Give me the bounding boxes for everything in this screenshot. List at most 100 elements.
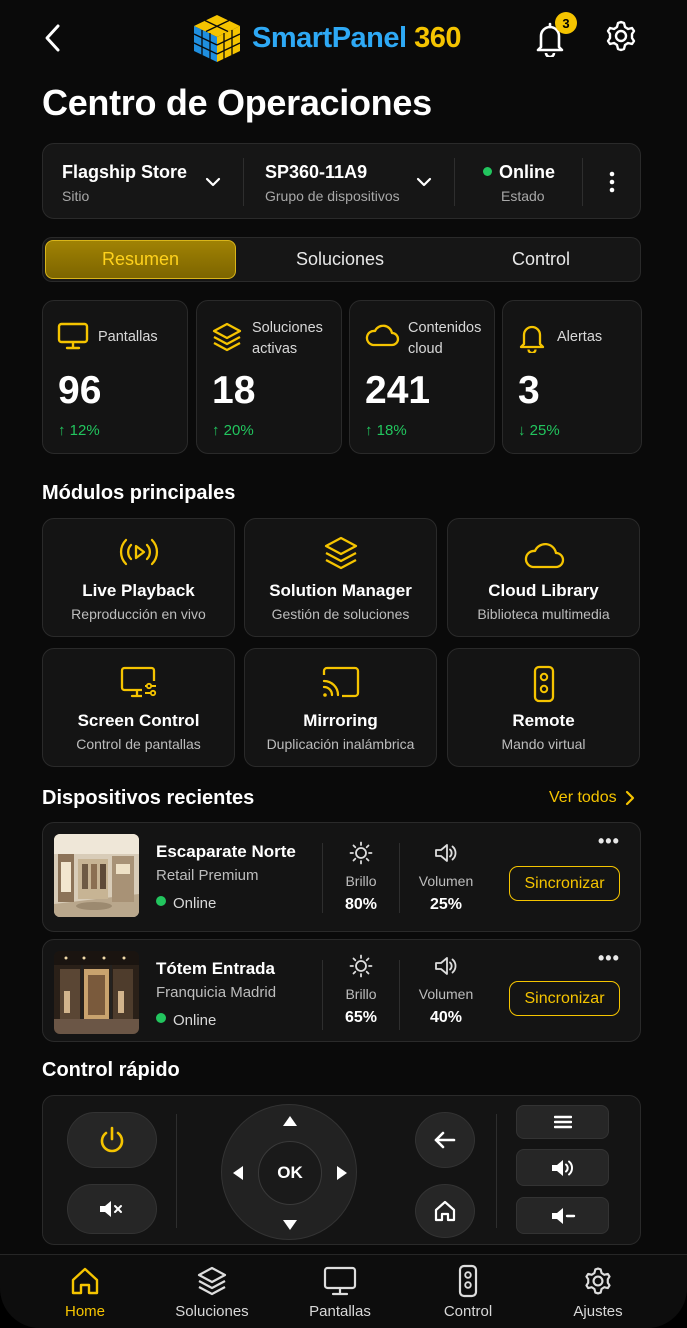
nav-label: Control bbox=[443, 1303, 493, 1320]
device-status: Online bbox=[156, 895, 216, 912]
nav-item-pantallas[interactable]: Pantallas bbox=[285, 1263, 395, 1320]
menu-icon bbox=[553, 1115, 572, 1129]
module-subtitle: Mando virtual bbox=[501, 736, 586, 752]
device-card[interactable]: Tótem Entrada Franquicia Madrid Online B… bbox=[42, 939, 641, 1042]
divider bbox=[496, 1114, 497, 1228]
stat-card-pantallas[interactable]: Pantallas 96 ↑ 12% bbox=[42, 300, 188, 454]
device-status-text: Online bbox=[173, 1012, 217, 1029]
device-status: Online bbox=[156, 1012, 216, 1029]
divider bbox=[176, 1114, 177, 1228]
mute-button[interactable] bbox=[67, 1184, 157, 1234]
module-subtitle: Control de pantallas bbox=[76, 736, 201, 752]
section-tabs: Resumen Soluciones Control bbox=[42, 237, 641, 282]
stat-trend: ↑ 20% bbox=[212, 422, 254, 439]
device-more-button[interactable]: ••• bbox=[598, 948, 620, 969]
volume-down-button[interactable] bbox=[516, 1197, 609, 1234]
stat-value: 96 bbox=[58, 369, 102, 412]
arrow-up-icon[interactable] bbox=[282, 1115, 298, 1127]
volume-up-button[interactable] bbox=[516, 1149, 609, 1186]
sync-button[interactable]: Sincronizar bbox=[509, 866, 620, 901]
app-header: SmartPanel 360 3 bbox=[0, 0, 687, 76]
see-all-link[interactable]: Ver todos bbox=[549, 789, 635, 807]
ok-button[interactable]: OK bbox=[258, 1141, 322, 1205]
notifications-button[interactable]: 3 bbox=[533, 12, 577, 58]
notification-badge: 3 bbox=[555, 12, 577, 34]
site-selector-bar: Flagship Store Sitio SP360-11A9 Grupo de… bbox=[42, 143, 641, 219]
brightness-label: Brillo bbox=[345, 986, 377, 1002]
page-title: Centro de Operaciones bbox=[42, 82, 432, 123]
volume-icon bbox=[435, 957, 457, 975]
remote-icon bbox=[533, 665, 554, 703]
tab-soluciones[interactable]: Soluciones bbox=[241, 240, 439, 279]
site-dropdown[interactable]: Flagship Store Sitio bbox=[43, 144, 243, 220]
home-control-button[interactable] bbox=[415, 1184, 475, 1238]
stat-label-line2: activas bbox=[252, 341, 298, 357]
back-control-button[interactable] bbox=[415, 1112, 475, 1168]
tab-control[interactable]: Control bbox=[443, 240, 639, 279]
device-group-label: Grupo de dispositivos bbox=[265, 188, 400, 204]
module-live-playback[interactable]: Live Playback Reproducción en vivo bbox=[42, 518, 235, 637]
arrow-left-icon[interactable] bbox=[232, 1165, 244, 1181]
home-icon bbox=[71, 1267, 99, 1295]
nav-item-ajustes[interactable]: Ajustes bbox=[543, 1263, 653, 1320]
stat-card-soluciones[interactable]: Soluciones activas 18 ↑ 20% bbox=[196, 300, 342, 454]
nav-item-control[interactable]: Control bbox=[413, 1263, 523, 1320]
back-button[interactable] bbox=[38, 20, 68, 56]
device-card[interactable]: Escaparate Norte Retail Premium Online B… bbox=[42, 822, 641, 932]
stat-label-line1: Soluciones bbox=[252, 320, 323, 336]
nav-label: Pantallas bbox=[309, 1303, 371, 1320]
chevron-down-icon bbox=[205, 177, 221, 187]
module-remote[interactable]: Remote Mando virtual bbox=[447, 648, 640, 767]
volume-value: 40% bbox=[429, 1009, 463, 1026]
stat-trend: ↓ 25% bbox=[518, 422, 560, 439]
module-mirroring[interactable]: Mirroring Duplicación inalámbrica bbox=[244, 648, 437, 767]
stat-value: 241 bbox=[365, 369, 431, 412]
nav-item-home[interactable]: Home bbox=[30, 1263, 140, 1320]
brightness-value: 80% bbox=[344, 896, 378, 913]
device-more-button[interactable]: ••• bbox=[598, 831, 620, 852]
arrow-left-icon bbox=[434, 1131, 456, 1149]
sync-button[interactable]: Sincronizar bbox=[509, 981, 620, 1016]
tab-resumen[interactable]: Resumen bbox=[45, 240, 236, 279]
module-screen-control[interactable]: Screen Control Control de pantallas bbox=[42, 648, 235, 767]
volume-label: Volumen bbox=[418, 986, 474, 1002]
cloud-icon bbox=[365, 324, 400, 347]
stat-trend: ↑ 18% bbox=[365, 422, 407, 439]
online-dot bbox=[156, 896, 166, 906]
module-title: Remote bbox=[512, 711, 575, 730]
arrow-right-icon[interactable] bbox=[336, 1165, 348, 1181]
nav-label: Home bbox=[64, 1303, 105, 1320]
brightness-metric: Brillo 65% bbox=[331, 954, 391, 1027]
divider bbox=[322, 960, 323, 1030]
power-button[interactable] bbox=[67, 1112, 157, 1168]
device-group-dropdown[interactable]: SP360-11A9 Grupo de dispositivos bbox=[244, 144, 454, 220]
brightness-label: Brillo bbox=[345, 873, 377, 889]
bell-icon bbox=[519, 325, 545, 353]
status-label: Estado bbox=[501, 188, 545, 204]
chevron-left-icon bbox=[45, 24, 60, 52]
power-icon bbox=[100, 1126, 124, 1153]
broadcast-play-icon bbox=[119, 538, 158, 566]
app-screen: SmartPanel 360 3 Centro de Operaciones F… bbox=[0, 0, 687, 1328]
module-subtitle: Gestión de soluciones bbox=[271, 606, 410, 622]
more-vertical-icon bbox=[609, 171, 615, 193]
online-dot bbox=[483, 167, 492, 176]
stat-card-contenidos[interactable]: Contenidos cloud 241 ↑ 18% bbox=[349, 300, 495, 454]
menu-button[interactable] bbox=[516, 1105, 609, 1139]
nav-item-soluciones[interactable]: Soluciones bbox=[157, 1263, 267, 1320]
cube-logo-icon bbox=[193, 15, 241, 62]
nav-label: Soluciones bbox=[175, 1303, 249, 1320]
stat-value: 18 bbox=[212, 369, 256, 412]
module-cloud-library[interactable]: Cloud Library Biblioteca multimedia bbox=[447, 518, 640, 637]
stat-label-line1: Contenidos bbox=[408, 320, 482, 336]
volume-down-icon bbox=[551, 1207, 575, 1224]
volume-metric: Volumen 25% bbox=[415, 841, 477, 914]
device-name: Tótem Entrada bbox=[156, 959, 276, 978]
settings-button[interactable] bbox=[603, 18, 641, 56]
more-options-button[interactable] bbox=[593, 144, 631, 220]
quick-control-panel: OK bbox=[42, 1095, 641, 1245]
volume-metric: Volumen 40% bbox=[415, 954, 477, 1027]
arrow-down-icon[interactable] bbox=[282, 1219, 298, 1231]
module-solution-manager[interactable]: Solution Manager Gestión de soluciones bbox=[244, 518, 437, 637]
stat-card-alertas[interactable]: Alertas 3 ↓ 25% bbox=[502, 300, 642, 454]
